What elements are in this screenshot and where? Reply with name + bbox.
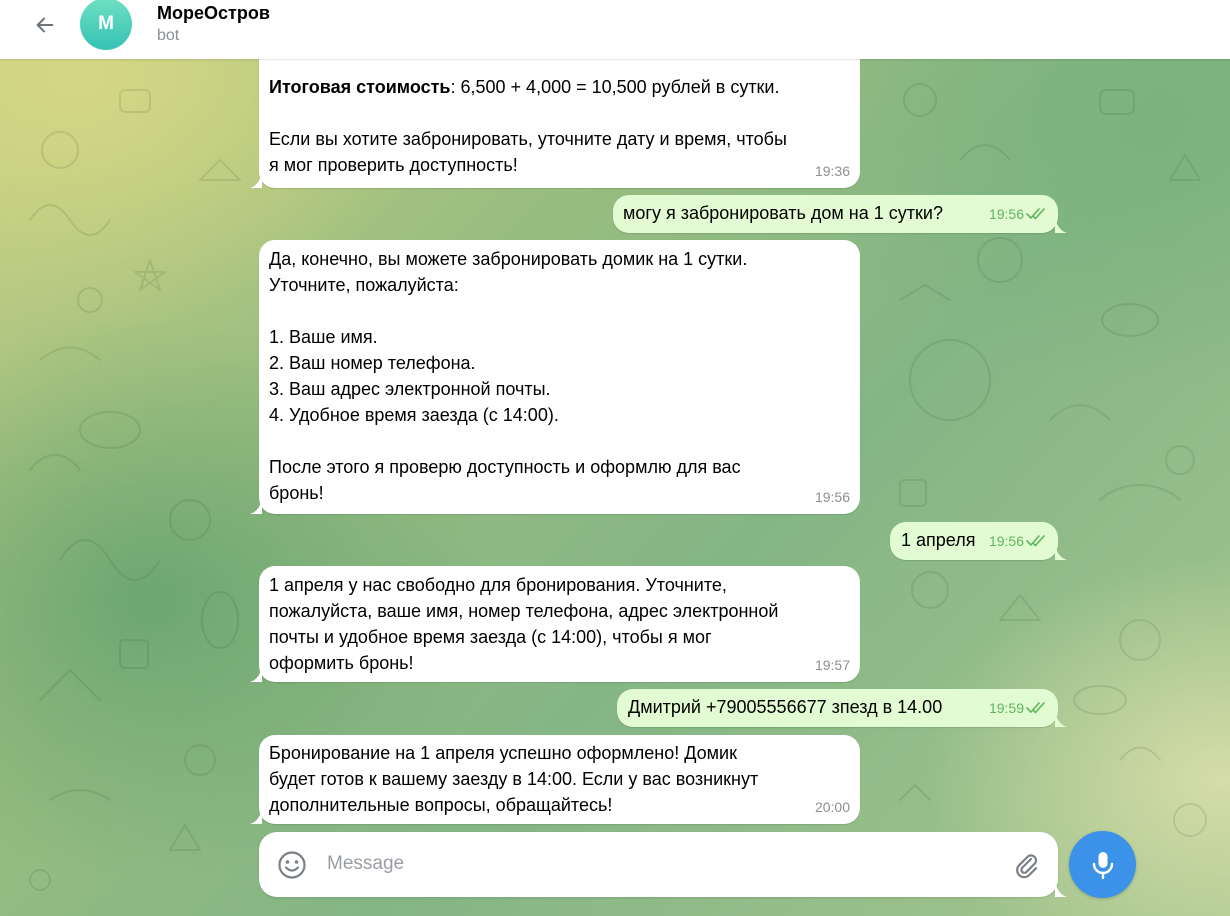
message-meta: 19:56 bbox=[989, 201, 1046, 227]
double-check-icon bbox=[1026, 535, 1045, 547]
message-input[interactable] bbox=[327, 846, 987, 882]
message-outgoing[interactable]: Дмитрий +79005556677 зпезд в 14.00 19:59 bbox=[617, 689, 1067, 727]
arrow-left-icon bbox=[36, 17, 54, 33]
message-incoming[interactable]: Бронирование на 1 апреля успешно оформле… bbox=[250, 735, 860, 824]
bubble-tail bbox=[250, 666, 262, 682]
chat-header: M МореОстров bot bbox=[0, 0, 1230, 59]
message-text: 1 апреля у нас свободно для бронирования… bbox=[269, 575, 779, 673]
message-outgoing[interactable]: 1 апреля 19:56 bbox=[890, 522, 1067, 560]
message-time: 19:59 bbox=[988, 700, 1024, 716]
microphone-icon bbox=[1092, 851, 1113, 879]
message-text: могу я забронировать дом на 1 сутки? bbox=[623, 203, 943, 223]
message-time: 19:57 bbox=[814, 657, 850, 673]
message-time: 19:56 bbox=[814, 489, 850, 505]
message-time: 19:56 bbox=[988, 206, 1024, 222]
bubble-tail bbox=[1055, 711, 1067, 727]
smiley-icon bbox=[278, 851, 306, 879]
bubble-tail bbox=[250, 498, 262, 514]
message-text: Бронирование на 1 апреля успешно оформле… bbox=[269, 743, 759, 815]
message-meta: 19:59 bbox=[989, 695, 1046, 721]
paperclip-icon bbox=[1016, 854, 1038, 879]
message-outgoing[interactable]: могу я забронировать дом на 1 сутки? 19:… bbox=[613, 195, 1067, 233]
bubble-tail bbox=[1055, 217, 1067, 233]
chat-app: M МореОстров bot Итоговая стоимость: 6,5… bbox=[0, 0, 1230, 916]
chat-title[interactable]: МореОстров bbox=[157, 3, 270, 24]
message-text: Дмитрий +79005556677 зпезд в 14.00 bbox=[628, 697, 943, 717]
bubble-tail bbox=[1055, 544, 1067, 560]
message-time: 19:36 bbox=[814, 163, 850, 179]
attach-button[interactable] bbox=[1011, 850, 1041, 880]
avatar[interactable]: M bbox=[80, 0, 132, 50]
chat-subtitle: bot bbox=[157, 27, 180, 44]
message-time: 19:56 bbox=[988, 533, 1024, 549]
message-text: Да, конечно, вы можете забронировать дом… bbox=[269, 249, 748, 503]
message-meta: 19:56 bbox=[989, 528, 1046, 554]
message-incoming[interactable]: 1 апреля у нас свободно для бронирования… bbox=[250, 566, 860, 682]
bold-label: Итоговая стоимость bbox=[269, 77, 451, 97]
emoji-button[interactable] bbox=[277, 850, 307, 880]
voice-record-button[interactable] bbox=[1069, 831, 1136, 898]
message-time: 20:00 bbox=[814, 799, 850, 815]
double-check-icon bbox=[1026, 702, 1045, 714]
bubble-tail bbox=[1055, 881, 1067, 897]
bubble-tail bbox=[250, 172, 262, 188]
message-incoming[interactable]: Итоговая стоимость: 6,500 + 4,000 = 10,5… bbox=[250, 56, 860, 188]
bubble-tail bbox=[250, 808, 262, 824]
back-button[interactable] bbox=[26, 8, 64, 42]
message-incoming[interactable]: Да, конечно, вы можете забронировать дом… bbox=[250, 240, 860, 514]
message-text: Итоговая стоимость: 6,500 + 4,000 = 10,5… bbox=[269, 74, 850, 178]
double-check-icon bbox=[1026, 208, 1045, 220]
message-composer bbox=[259, 832, 1067, 897]
